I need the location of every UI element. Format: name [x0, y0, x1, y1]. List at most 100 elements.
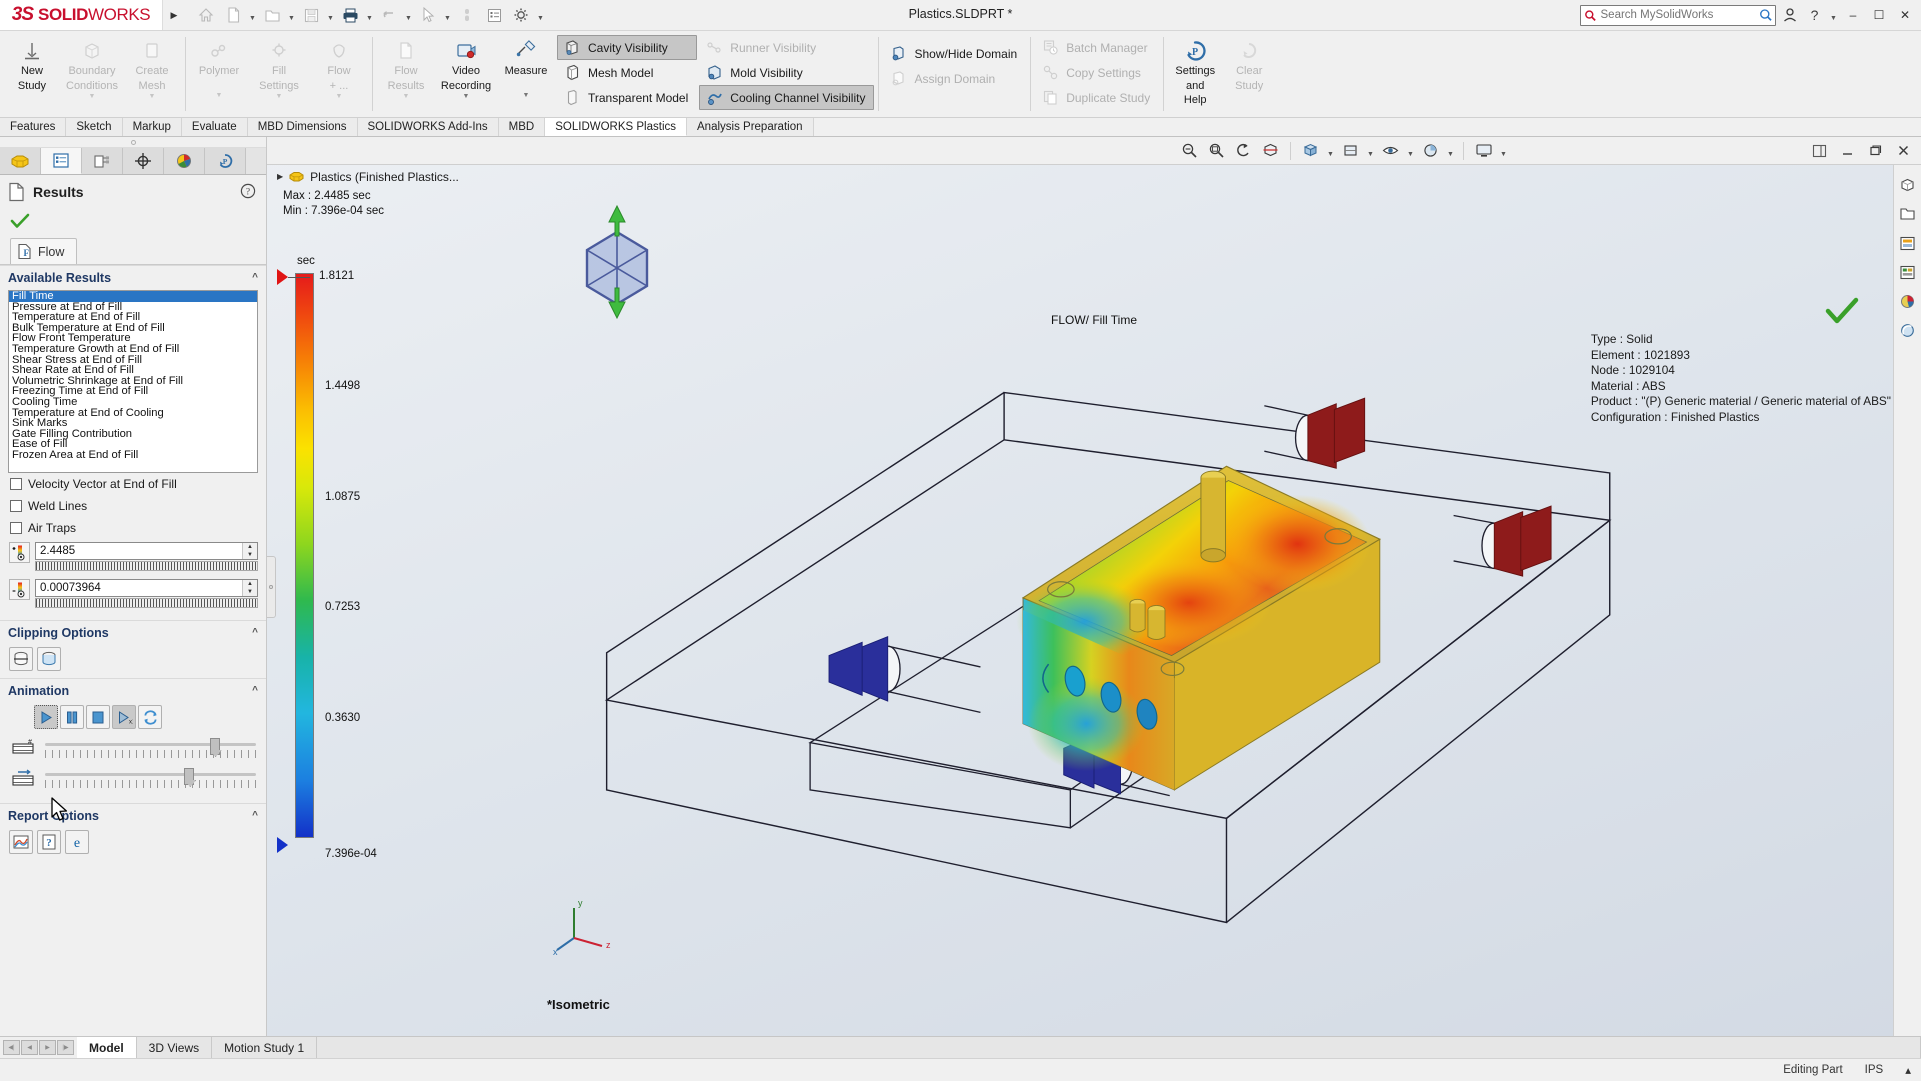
plastics-manager-tab[interactable]: P [205, 148, 246, 174]
animation-collapse-chevron[interactable]: ^ [252, 685, 258, 696]
clipping-options-header[interactable]: Clipping Options ^ [0, 620, 266, 644]
render-tools-button[interactable] [1896, 318, 1920, 342]
report-collapse-chevron[interactable]: ^ [252, 810, 258, 821]
display-manager-tab[interactable] [164, 148, 205, 174]
frame-count-slider[interactable] [45, 736, 256, 760]
configuration-manager-tab[interactable] [82, 148, 123, 174]
animation-step-button[interactable]: x1 [112, 705, 136, 729]
mold-visibility-button[interactable]: Mold Visibility [699, 60, 874, 85]
tab-markup[interactable]: Markup [123, 118, 182, 136]
video-recording-caret[interactable]: ▼ [463, 93, 470, 100]
report-html-button[interactable]: e [65, 830, 89, 854]
search-input[interactable] [1601, 9, 1755, 21]
feature-tree-expand-arrow[interactable]: ▶ [277, 172, 283, 181]
solidworks-logo[interactable]: 3S SOLIDWORKS [0, 0, 163, 30]
bottom-tab-model[interactable]: Model [77, 1037, 137, 1058]
air-traps-checkbox-row[interactable]: Air Traps [0, 517, 266, 539]
menu-expand-arrow[interactable]: ▶ [163, 0, 185, 30]
tab-sketch[interactable]: Sketch [66, 118, 122, 136]
options-list-icon[interactable] [481, 2, 507, 28]
report-help-button[interactable]: ? [37, 830, 61, 854]
feature-tree-root[interactable]: ▶ Plastics (Finished Plastics... [277, 169, 459, 184]
max-value-input[interactable] [36, 543, 242, 559]
tab-nav-prev[interactable]: ◀ [21, 1040, 38, 1055]
min-value-spinner[interactable]: ▲ ▼ [242, 580, 257, 596]
available-results-listbox[interactable]: Fill Time Pressure at End of Fill Temper… [8, 290, 258, 473]
panel-splitter-tab[interactable] [267, 556, 276, 618]
restore-doc-button[interactable] [1863, 139, 1888, 163]
apply-scene-button[interactable] [1418, 139, 1443, 163]
tab-solidworks-plastics[interactable]: SOLIDWORKS Plastics [545, 118, 687, 136]
open-icon[interactable] [259, 2, 285, 28]
view-orientation-button[interactable] [1298, 139, 1323, 163]
search-box[interactable] [1580, 5, 1776, 26]
help-icon[interactable]: ? [1803, 4, 1826, 27]
window-maximize-button[interactable]: ☐ [1867, 4, 1891, 27]
section-clip-button[interactable] [9, 647, 33, 671]
min-value-spinner-down[interactable]: ▼ [243, 588, 257, 596]
help-caret[interactable]: ▼ [1828, 2, 1839, 28]
min-value-tickbar[interactable] [35, 598, 258, 608]
home-icon[interactable] [193, 2, 219, 28]
save-caret[interactable]: ▼ [325, 2, 336, 28]
air-traps-checkbox[interactable] [10, 522, 22, 534]
max-value-field[interactable]: ▲ ▼ [35, 542, 258, 560]
view-settings-button[interactable] [1471, 139, 1496, 163]
dimxpert-manager-tab[interactable] [123, 148, 164, 174]
legend-min-pointer[interactable] [277, 837, 288, 853]
list-item[interactable]: Temperature Growth at End of Fill [9, 344, 257, 355]
velocity-vector-checkbox[interactable] [10, 478, 22, 490]
print-caret[interactable]: ▼ [364, 2, 375, 28]
min-value-input[interactable] [36, 580, 242, 596]
panel-splitter[interactable] [267, 137, 276, 1036]
animation-header[interactable]: Animation ^ [0, 678, 266, 702]
animation-loop-button[interactable] [138, 705, 162, 729]
hide-show-caret[interactable]: ▼ [1405, 139, 1416, 163]
tab-analysis-preparation[interactable]: Analysis Preparation [687, 118, 813, 136]
zoom-to-area-button[interactable] [1204, 139, 1229, 163]
rebuild-icon[interactable] [454, 2, 480, 28]
graphics-area[interactable]: ▼ ▼ ▼ ▼ ▼ [267, 137, 1921, 1036]
video-recording-button[interactable]: Video Recording ▼ [436, 31, 496, 117]
tab-nav-next[interactable]: ▶ [39, 1040, 56, 1055]
frame-count-slider-thumb[interactable] [210, 738, 220, 755]
undo-caret[interactable]: ▼ [403, 2, 414, 28]
panel-grip[interactable] [0, 137, 266, 148]
animation-stop-button[interactable] [86, 705, 110, 729]
max-value-spinner[interactable]: ▲ ▼ [242, 543, 257, 559]
min-value-spinner-up[interactable]: ▲ [243, 580, 257, 588]
custom-properties-button[interactable] [1896, 260, 1920, 284]
select-caret[interactable]: ▼ [442, 2, 453, 28]
display-pane-button[interactable] [1896, 173, 1920, 197]
list-item[interactable]: Frozen Area at End of Fill [9, 450, 257, 461]
hide-show-items-button[interactable] [1378, 139, 1403, 163]
feature-manager-tab[interactable] [0, 148, 41, 174]
iso-clip-button[interactable] [37, 647, 61, 671]
animation-pause-button[interactable] [60, 705, 84, 729]
tab-nav-last[interactable]: |▶ [57, 1040, 74, 1055]
measure-caret[interactable]: ▼ [523, 92, 530, 99]
property-manager-help-icon[interactable]: ? [240, 183, 256, 202]
bottom-tab-motion-study[interactable]: Motion Study 1 [212, 1037, 317, 1058]
list-item[interactable]: Cooling Time [9, 397, 257, 408]
close-doc-button[interactable] [1891, 139, 1916, 163]
zoom-to-fit-button[interactable] [1177, 139, 1202, 163]
available-results-collapse-chevron[interactable]: ^ [252, 272, 258, 283]
view-settings-caret[interactable]: ▼ [1498, 139, 1509, 163]
appearances-button[interactable] [1896, 231, 1920, 255]
decals-button[interactable] [1896, 289, 1920, 313]
previous-view-button[interactable] [1231, 139, 1256, 163]
confirmation-corner-check[interactable] [1825, 297, 1859, 328]
minimize-doc-button[interactable] [1835, 139, 1860, 163]
clipping-collapse-chevron[interactable]: ^ [252, 627, 258, 638]
open-caret[interactable]: ▼ [286, 2, 297, 28]
gear-caret[interactable]: ▼ [535, 2, 546, 28]
mesh-model-button[interactable]: Mesh Model [557, 60, 697, 85]
undo-icon[interactable] [376, 2, 402, 28]
cavity-visibility-button[interactable]: Cavity Visibility [557, 35, 697, 60]
list-item[interactable]: Fill Time [9, 291, 257, 302]
report-options-header[interactable]: Report Options ^ [0, 803, 266, 827]
frame-speed-slider[interactable] [45, 766, 256, 790]
view-palette-button[interactable] [1896, 202, 1920, 226]
min-value-field[interactable]: ▲ ▼ [35, 579, 258, 597]
